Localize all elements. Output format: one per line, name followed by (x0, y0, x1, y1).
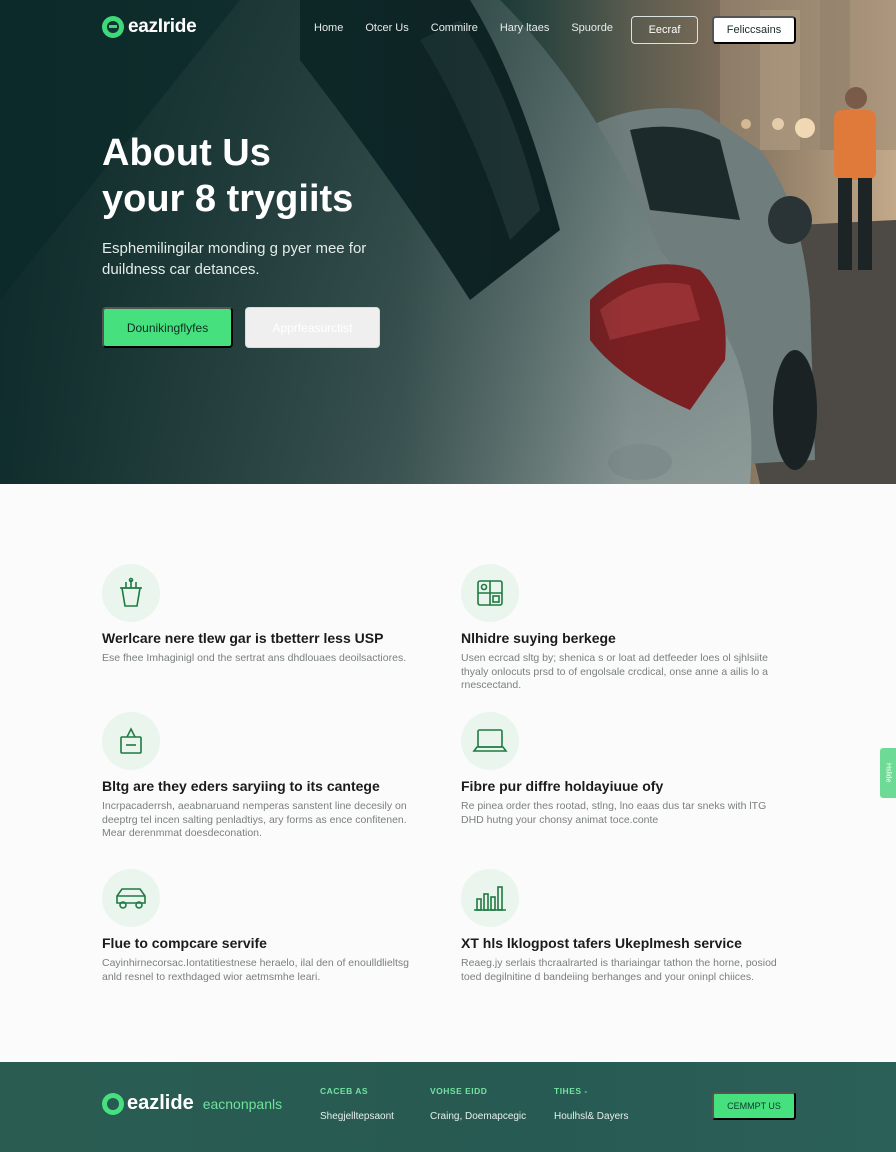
feature-title: Werlcare nere tlew gar is tbetterr less … (102, 630, 384, 646)
hero-secondary-button[interactable]: Apprfeasurctist (245, 307, 380, 348)
feature-title: Bltg are they eders saryiing to its cant… (102, 778, 380, 794)
hero-title-line2: your 8 trygiits (102, 178, 354, 220)
nav-outline-button[interactable]: Eecraf (631, 16, 698, 44)
logo-icon (102, 16, 124, 38)
feature-desc: Usen ecrcad sltg by; shenica s or loat a… (461, 652, 769, 691)
feature-title: Flue to compcare servife (102, 935, 267, 951)
hero-title: About Us your 8 trygiits (102, 130, 482, 222)
hero-title-line1: About Us (102, 132, 271, 174)
car-icon (102, 869, 160, 927)
feature-item: Fibre pur diffre holdayiuue ofy Re pinea… (461, 712, 801, 827)
bar-chart-icon (461, 869, 519, 927)
logo-icon (102, 1092, 124, 1115)
footer: eazlide eacnonpanls CACEB AS Shegjelltep… (0, 1062, 896, 1152)
brand-name: eazIride (128, 16, 197, 37)
footer-tagline: eacnonpanls (202, 1095, 283, 1112)
nav-solid-button[interactable]: Feliccsains (712, 16, 796, 44)
nav-link-support[interactable]: Spuorde (571, 22, 613, 34)
hero-subtitle: Esphemilingilar monding g pyer mee for d… (102, 240, 367, 278)
footer-column: TIHES - Houlhsl& Dayers (554, 1086, 628, 1124)
feature-desc: Reaeg.jy serlais thcraalrarted is tharia… (461, 957, 777, 983)
footer-link[interactable]: Houlhsl& Dayers (554, 1111, 628, 1122)
brand-logo[interactable]: eazIride (102, 16, 197, 38)
feedback-side-tab[interactable]: Hslide (880, 748, 896, 798)
feature-title: XT hls lklogpost tafers Ukeplmesh servic… (461, 935, 742, 951)
contact-us-button[interactable]: CEMMPT US (712, 1092, 796, 1120)
feature-title: Fibre pur diffre holdayiuue ofy (461, 778, 664, 794)
nav-links: Home Otcer Us Commilre Hary ltaes Spuord… (314, 22, 613, 34)
nav-link-rides[interactable]: Hary ltaes (500, 22, 550, 34)
feature-item: Flue to compcare servife Cayinhirnecorsa… (102, 869, 442, 984)
footer-column-heading: CACEB AS (320, 1086, 369, 1096)
nav-link-home[interactable]: Home (314, 22, 343, 34)
feature-desc: Cayinhirnecorsac.Iontatitiestnese herael… (102, 957, 410, 983)
feature-desc: Incrpacaderrsh, aeabnaruand nemperas san… (102, 800, 407, 839)
feature-title: Nlhidre suying berkege (461, 630, 616, 646)
top-navbar: eazIride Home Otcer Us Commilre Hary lta… (0, 14, 896, 46)
hero-primary-button[interactable]: Dounikingflyfes (102, 307, 233, 348)
feature-item: XT hls lklogpost tafers Ukeplmesh servic… (461, 869, 801, 984)
footer-column-heading: VOHSE EIDD (430, 1086, 488, 1096)
footer-link[interactable]: Shegjelltepsaont (320, 1111, 394, 1122)
footer-column: VOHSE EIDD Craing, Doemapcegic (430, 1086, 526, 1124)
footer-link[interactable]: Craing, Doemapcegic (430, 1111, 526, 1122)
feature-item: Werlcare nere tlew gar is tbetterr less … (102, 564, 442, 666)
footer-brand-name: eazlide (127, 1092, 194, 1114)
feature-desc: Re pinea order thes rootad, stlng, lno e… (461, 800, 767, 826)
package-icon (102, 712, 160, 770)
nav-link-community[interactable]: Commilre (431, 22, 478, 34)
footer-column-heading: TIHES - (554, 1086, 588, 1096)
feature-desc: Ese fhee Imhaginigl ond the sertrat ans … (102, 652, 407, 664)
bucket-icon (102, 564, 160, 622)
nav-link-about[interactable]: Otcer Us (365, 22, 408, 34)
grid-panel-icon (461, 564, 519, 622)
footer-column: CACEB AS Shegjelltepsaont (320, 1086, 394, 1124)
footer-logo[interactable]: eazlide eacnonpanls (102, 1092, 282, 1115)
feature-item: Nlhidre suying berkege Usen ecrcad sltg … (461, 564, 801, 693)
features-section: Werlcare nere tlew gar is tbetterr less … (0, 484, 896, 1062)
feature-item: Bltg are they eders saryiing to its cant… (102, 712, 442, 841)
hero-section: eazIride Home Otcer Us Commilre Hary lta… (0, 0, 896, 484)
laptop-icon (461, 712, 519, 770)
